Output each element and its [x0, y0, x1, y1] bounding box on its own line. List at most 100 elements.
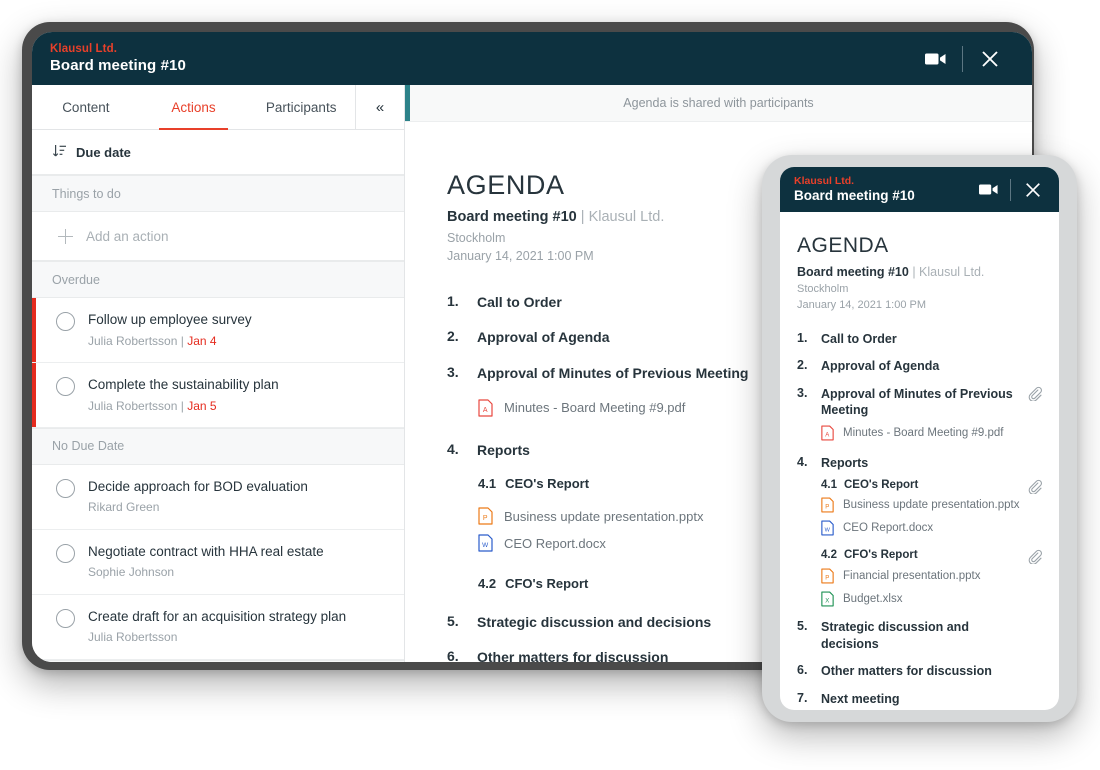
agenda-item[interactable]: 5. Strategic discussion and decisions — [797, 619, 1042, 652]
agenda-item-label: Other matters for discussion — [821, 664, 992, 679]
action-separator: | — [180, 333, 184, 348]
action-title: Follow up employee survey — [88, 312, 252, 327]
agenda-item[interactable]: 1. Call to Order — [797, 331, 1042, 348]
docx-file-icon: W — [478, 534, 493, 552]
sort-by-due-date-button[interactable]: Due date — [32, 130, 404, 175]
agenda-subitem[interactable]: 4.2 CFO's Report — [821, 549, 1042, 566]
attachment-file-name: Business update presentation.pptx — [843, 499, 1020, 512]
docx-file-icon: W — [821, 520, 834, 536]
svg-text:P: P — [825, 505, 829, 511]
agenda-item-label: Approval of Minutes of Previous Meeting — [821, 386, 1013, 418]
action-due-date: Jan 4 — [187, 333, 217, 348]
pptx-file-icon: P — [478, 507, 493, 525]
agenda-item[interactable]: 6. Other matters for discussion — [797, 663, 1042, 680]
paperclip-icon[interactable] — [1027, 386, 1042, 402]
agenda-item[interactable]: 2. Approval of Agenda — [797, 358, 1042, 375]
agenda-item-number: 6. — [447, 648, 459, 662]
phone-agenda-meeting-name: Board meeting #10 — [797, 265, 909, 279]
xlsx-file-icon: X — [821, 591, 834, 607]
action-meta: Julia Robertsson | Jan 5 — [88, 398, 279, 415]
add-action-button[interactable]: Add an action — [32, 212, 404, 261]
group-header-done: Done — [32, 659, 404, 662]
pptx-file-icon: P — [821, 497, 834, 513]
phone-screen: Klausul Ltd. Board meeting #10 AGENDA Bo… — [780, 167, 1059, 710]
phone-org-name: Klausul Ltd. — [794, 175, 855, 188]
agenda-item-number: 6. — [797, 663, 808, 678]
org-name: Klausul Ltd. — [50, 42, 118, 55]
agenda-item-label: Other matters for discussion — [477, 649, 669, 662]
agenda-item-number: 1. — [797, 330, 808, 345]
attachment-file[interactable]: W CEO Report.docx — [821, 520, 1042, 536]
collapse-sidebar-icon[interactable]: « — [355, 85, 404, 129]
action-checkbox[interactable] — [56, 478, 75, 498]
tab-participants[interactable]: Participants — [247, 85, 355, 129]
svg-text:P: P — [825, 576, 829, 582]
action-text: Complete the sustainability plan Julia R… — [88, 375, 279, 415]
attachment-file-name: Budget.xlsx — [843, 593, 903, 606]
attachment-file-name: CEO Report.docx — [504, 535, 606, 551]
phone-body: AGENDA Board meeting #10 | Klausul Ltd. … — [780, 212, 1059, 707]
sort-label: Due date — [76, 144, 131, 160]
agenda-item[interactable]: 3. Approval of Minutes of Previous Meeti… — [797, 386, 1042, 419]
action-title: Complete the sustainability plan — [88, 376, 279, 392]
tab-actions[interactable]: Actions — [140, 85, 248, 130]
attachment-file-name: Minutes - Board Meeting #9.pdf — [843, 426, 1004, 439]
agenda-item-number: 7. — [797, 690, 808, 705]
attachment-file-name: CEO Report.docx — [843, 522, 934, 535]
video-camera-icon[interactable] — [972, 174, 1004, 206]
agenda-subitem[interactable]: 4.1 CEO's Report — [821, 479, 1042, 496]
phone-agenda-subtitle: Board meeting #10 | Klausul Ltd. — [797, 265, 1042, 279]
phone-agenda-org: Klausul Ltd. — [919, 265, 985, 279]
group-header-things-to-do: Things to do — [32, 175, 404, 212]
close-icon[interactable] — [970, 39, 1010, 79]
pptx-file-icon: P — [821, 568, 834, 584]
action-item[interactable]: Negotiate contract with HHA real estate … — [32, 530, 404, 595]
agenda-item-label: Approval of Agenda — [821, 359, 940, 374]
paperclip-icon[interactable] — [1027, 549, 1042, 566]
action-title: Negotiate contract with HHA real estate — [88, 543, 324, 559]
agenda-subitem-number: 4.2 — [821, 549, 837, 562]
attachment-file[interactable]: P Business update presentation.pptx — [821, 497, 1042, 513]
svg-text:W: W — [482, 542, 489, 549]
attachment-file[interactable]: X Budget.xlsx — [821, 591, 1042, 607]
sort-descending-icon — [52, 144, 67, 161]
attachment-file[interactable]: P Financial presentation.pptx — [821, 568, 1042, 584]
action-item[interactable]: Follow up employee survey Julia Robertss… — [32, 298, 404, 363]
header-divider — [962, 45, 963, 72]
action-checkbox[interactable] — [56, 608, 75, 628]
phone-agenda-datetime: January 14, 2021 1:00 PM — [797, 298, 927, 311]
action-item[interactable]: Complete the sustainability plan Julia R… — [32, 362, 404, 428]
paperclip-icon[interactable] — [1027, 479, 1042, 496]
action-assignee: Julia Robertsson — [88, 398, 178, 413]
action-checkbox[interactable] — [56, 543, 75, 563]
action-assignee: Sophie Johnson — [88, 565, 175, 580]
action-meta: Julia Robertsson | Jan 4 — [88, 333, 252, 350]
action-text: Create draft for an acquisition strategy… — [88, 607, 346, 647]
action-item[interactable]: Decide approach for BOD evaluation Rikar… — [32, 465, 404, 530]
agenda-item[interactable]: 7. Next meeting — [797, 691, 1042, 708]
agenda-item-number: 2. — [797, 358, 808, 373]
plus-icon — [58, 228, 73, 244]
action-text: Follow up employee survey Julia Robertss… — [88, 310, 252, 350]
agenda-item[interactable]: 4. Reports — [797, 455, 1042, 472]
agenda-separator: | — [576, 209, 589, 225]
phone-agenda-heading: AGENDA — [797, 234, 889, 257]
phone-meeting-title: Board meeting #10 — [794, 188, 915, 204]
agenda-item-number: 3. — [447, 363, 459, 380]
action-assignee: Rikard Green — [88, 500, 160, 515]
tab-content[interactable]: Content — [32, 85, 140, 129]
phone-device-frame: Klausul Ltd. Board meeting #10 AGENDA Bo… — [762, 155, 1077, 722]
attachment-file[interactable]: A Minutes - Board Meeting #9.pdf — [821, 425, 1042, 441]
video-camera-icon[interactable] — [915, 39, 955, 79]
phone-agenda-item-list: 1. Call to Order 2. Approval of Agenda 3… — [797, 331, 1042, 708]
action-checkbox[interactable] — [56, 312, 75, 331]
action-item[interactable]: Create draft for an acquisition strategy… — [32, 595, 404, 660]
action-checkbox[interactable] — [56, 376, 75, 396]
group-header-no-due-date: No Due Date — [32, 427, 404, 465]
svg-text:P: P — [483, 515, 488, 522]
header-actions — [915, 39, 1010, 79]
close-icon[interactable] — [1017, 174, 1049, 206]
svg-text:W: W — [825, 528, 831, 534]
pdf-file-icon: A — [478, 399, 493, 417]
agenda-subitem-number: 4.1 — [478, 476, 497, 491]
